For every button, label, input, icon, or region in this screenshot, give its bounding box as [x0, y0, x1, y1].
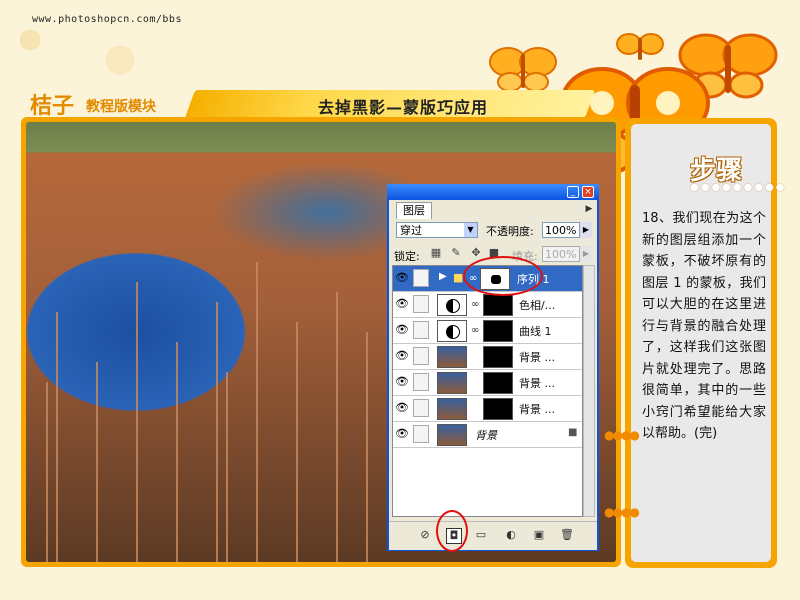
connector-dots: ●●●● — [604, 428, 640, 442]
layer-row-bg-copy[interactable]: 👁 背景 ... — [393, 370, 582, 396]
link-layers-icon[interactable]: ⊘ — [418, 528, 432, 542]
lock-icon: ■ — [568, 427, 578, 438]
adjustment-layer-icon[interactable]: ◐ — [504, 528, 518, 542]
eye-icon[interactable]: 👁 — [395, 349, 409, 363]
butterfly-icon — [489, 47, 557, 92]
eye-icon[interactable]: 👁 — [395, 271, 409, 285]
close-icon[interactable]: × — [582, 186, 594, 198]
layer-row-bg-copy[interactable]: 👁 背景 ... — [393, 344, 582, 370]
highlight-ring — [463, 256, 543, 296]
lock-pixels-icon[interactable]: ✎ — [450, 247, 462, 259]
layer-thumbnail — [437, 372, 467, 394]
layer-thumbnail — [437, 346, 467, 368]
layer-name: 曲线 1 — [519, 325, 552, 338]
layer-link-box[interactable] — [413, 373, 429, 391]
layer-row-bg-copy[interactable]: 👁 背景 ... — [393, 396, 582, 422]
adjustment-thumbnail — [437, 294, 467, 316]
chain-link-icon[interactable]: ∞ — [471, 299, 479, 310]
highlight-ring — [436, 510, 468, 552]
site-url: www.photoshopcn.com/bbs — [32, 14, 182, 25]
eye-icon[interactable]: 👁 — [395, 427, 409, 441]
steps-dots: ●●●●●●●●● — [690, 182, 787, 193]
fill-input[interactable]: 100% — [542, 246, 580, 262]
opacity-label: 不透明度: — [486, 225, 534, 238]
panel-menu-icon[interactable]: ▶ — [583, 203, 595, 215]
layer-name: 色相/... — [519, 299, 556, 312]
layer-row-hue[interactable]: 👁 ∞ 色相/... — [393, 292, 582, 318]
adjustment-thumbnail — [437, 320, 467, 342]
layer-mask-thumbnail[interactable] — [483, 294, 513, 316]
tab-layers[interactable]: 图层 — [396, 202, 432, 219]
lock-transparency-icon[interactable]: ▦ — [430, 247, 442, 259]
layer-mask-thumbnail[interactable] — [483, 398, 513, 420]
layer-name: 背景 — [475, 429, 497, 442]
brand-logo: 桔子 — [30, 94, 75, 119]
chain-link-icon[interactable]: ∞ — [471, 325, 479, 336]
folder-icon[interactable]: ▭ — [474, 528, 488, 542]
layer-name: 背景 ... — [519, 351, 555, 364]
layer-link-box[interactable] — [413, 399, 429, 417]
steps-text: 18、我们现在为这个新的图层组添加一个蒙板，不破坏原有的图层 1 的蒙板，我们可… — [642, 211, 766, 441]
chevron-down-icon[interactable]: ▼ — [464, 223, 477, 237]
eye-icon[interactable]: 👁 — [395, 401, 409, 415]
layer-mask-thumbnail[interactable] — [483, 372, 513, 394]
eye-icon[interactable]: 👁 — [395, 375, 409, 389]
layer-mask-thumbnail[interactable] — [483, 346, 513, 368]
opacity-slider-icon[interactable]: ▶ — [580, 222, 592, 238]
layer-row-background[interactable]: 👁 背景 ■ — [393, 422, 582, 448]
expand-triangle-icon[interactable]: ▶ — [439, 271, 447, 282]
layer-mask-thumbnail[interactable] — [483, 320, 513, 342]
eye-icon[interactable]: 👁 — [395, 323, 409, 337]
opacity-input[interactable]: 100% — [542, 222, 580, 238]
new-layer-icon[interactable]: ▣ — [532, 528, 546, 542]
tutorial-title: 去掉黑影—蒙版巧应用 — [318, 98, 489, 117]
layer-link-box[interactable] — [413, 321, 429, 339]
layer-link-box[interactable] — [413, 269, 429, 287]
eye-icon[interactable]: 👁 — [395, 297, 409, 311]
layer-name: 背景 ... — [519, 377, 555, 390]
layer-link-box[interactable] — [413, 347, 429, 365]
layer-row-curves[interactable]: 👁 ∞ 曲线 1 — [393, 318, 582, 344]
layer-link-box[interactable] — [413, 295, 429, 313]
layer-link-box[interactable] — [413, 425, 429, 443]
layer-thumbnail — [437, 398, 467, 420]
folder-icon: ■ — [453, 271, 464, 284]
layer-thumbnail — [437, 424, 467, 446]
layers-scrollbar[interactable] — [583, 265, 595, 517]
lock-position-icon[interactable]: ✥ — [470, 247, 482, 259]
lock-label: 锁定: — [394, 250, 420, 263]
minimize-icon[interactable]: _ — [567, 186, 579, 198]
window-titlebar[interactable]: _ × — [387, 184, 599, 200]
connector-dots: ●●●● — [604, 505, 640, 519]
layer-name: 背景 ... — [519, 403, 555, 416]
trash-icon[interactable]: 🗑 — [560, 528, 574, 542]
brand-subtitle: 教程版模块 — [86, 99, 156, 115]
fill-slider-icon[interactable]: ▶ — [580, 246, 592, 262]
